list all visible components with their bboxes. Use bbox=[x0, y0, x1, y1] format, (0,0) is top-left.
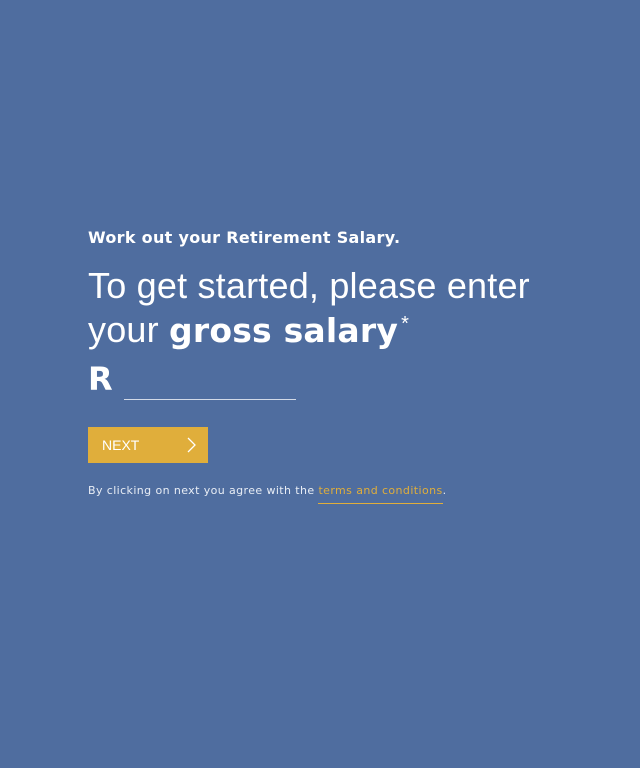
salary-row: R bbox=[88, 355, 608, 400]
headline-emphasis: gross salary bbox=[169, 311, 399, 350]
salary-form: Work out your Retirement Salary. To get … bbox=[88, 226, 608, 504]
terms-notice-suffix: . bbox=[442, 484, 447, 497]
page-eyebrow: Work out your Retirement Salary. bbox=[88, 228, 401, 247]
gross-salary-input[interactable] bbox=[124, 369, 296, 400]
terms-notice-prefix: By clicking on next you agree with the bbox=[88, 484, 315, 497]
required-asterisk: * bbox=[401, 313, 410, 335]
chevron-right-icon bbox=[187, 437, 196, 453]
currency-symbol: R bbox=[88, 360, 113, 398]
next-button-label: NEXT bbox=[102, 437, 140, 453]
next-button[interactable]: NEXT bbox=[88, 427, 208, 463]
headline-line-1: To get started, please enter bbox=[88, 265, 530, 306]
terms-link[interactable]: terms and conditions bbox=[318, 484, 443, 504]
terms-notice: By clicking on next you agree with the t… bbox=[88, 483, 608, 504]
page-title: To get started, please enter your gross … bbox=[88, 264, 608, 353]
headline-line-2-prefix: your bbox=[88, 309, 159, 350]
